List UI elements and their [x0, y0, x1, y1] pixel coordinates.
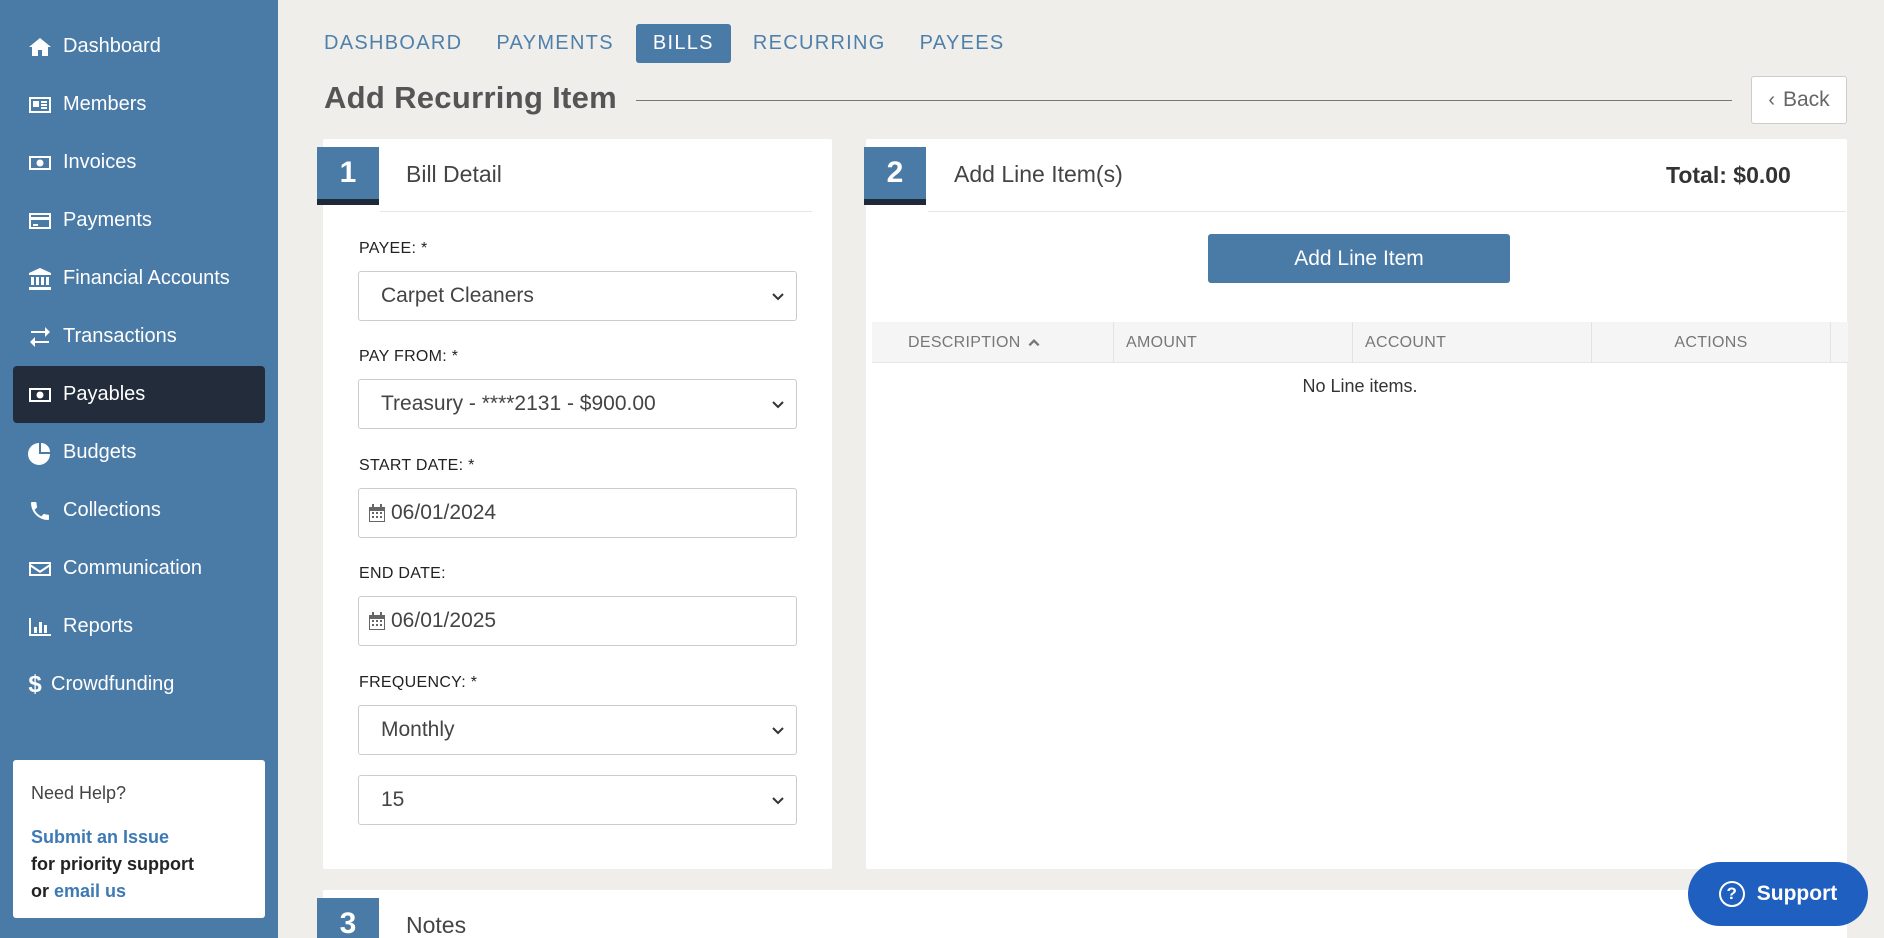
chevron-left-icon: ‹ [1768, 88, 1775, 111]
step-3-badge: 3 [317, 898, 379, 938]
add-line-item-button[interactable]: Add Line Item [1208, 234, 1510, 283]
bill-detail-title: Bill Detail [406, 161, 502, 187]
column-header-actions: ACTIONS [1592, 322, 1831, 363]
dollar-icon: $ [28, 670, 42, 698]
column-header-amount[interactable]: AMOUNT [1114, 322, 1353, 363]
back-button[interactable]: ‹ Back [1751, 76, 1847, 124]
id-card-icon [27, 92, 53, 118]
phone-icon [27, 498, 53, 524]
start-date-value: 06/01/2024 [391, 501, 497, 524]
sidebar-item-label: Collections [63, 499, 161, 521]
sidebar-item-label: Invoices [63, 151, 137, 173]
tab-payees[interactable]: PAYEES [908, 24, 1017, 63]
sidebar-item-collections[interactable]: Collections [13, 482, 265, 539]
sidebar-item-budgets[interactable]: Budgets [13, 424, 265, 481]
sidebar-item-invoices[interactable]: Invoices [13, 134, 265, 191]
calendar-icon [369, 504, 385, 522]
back-button-label: Back [1782, 88, 1830, 111]
page-title: Add Recurring Item [324, 80, 618, 115]
pay-from-label: PAY FROM: * [359, 348, 459, 365]
help-box: Need Help? Submit an Issue for priority … [13, 760, 265, 918]
sidebar-item-communication[interactable]: Communication [13, 540, 265, 597]
bank-icon [27, 266, 53, 292]
column-header-account[interactable]: ACCOUNT [1353, 322, 1592, 363]
calendar-icon [369, 612, 385, 630]
sidebar-item-crowdfunding[interactable]: $ Crowdfunding [13, 656, 265, 713]
frequency-select-value: Monthly [381, 718, 455, 741]
help-title: Need Help? [31, 783, 127, 803]
sidebar: Dashboard Members Invoices Payments Fina… [0, 0, 278, 938]
chevron-down-icon [772, 293, 784, 301]
start-date-field[interactable]: 06/01/2024 [358, 488, 797, 538]
sidebar-item-transactions[interactable]: Transactions [13, 308, 265, 365]
sidebar-item-label: Communication [63, 557, 202, 579]
sidebar-item-payables[interactable]: Payables [13, 366, 265, 423]
sidebar-item-payments[interactable]: Payments [13, 192, 265, 249]
tab-bills[interactable]: BILLS [635, 24, 731, 63]
sidebar-item-label: Budgets [63, 441, 137, 463]
frequency-label: FREQUENCY: * [359, 674, 478, 691]
column-header-description[interactable]: DESCRIPTION [872, 322, 1114, 363]
payee-select[interactable]: Carpet Cleaners [358, 271, 797, 321]
tab-dashboard[interactable]: DASHBOARD [312, 24, 474, 63]
panel-divider [380, 211, 812, 212]
sidebar-item-financial-accounts[interactable]: Financial Accounts [13, 250, 265, 307]
support-label: Support [1756, 882, 1838, 905]
chevron-down-icon [772, 797, 784, 805]
sort-ascending-icon [1028, 338, 1040, 346]
top-tabs: DASHBOARD PAYMENTS BILLS RECURRING PAYEE… [312, 24, 1027, 63]
column-header-label: DESCRIPTION [908, 333, 1021, 351]
end-date-value: 06/01/2025 [391, 609, 497, 632]
chevron-down-icon [772, 727, 784, 735]
support-button[interactable]: ? Support [1688, 862, 1868, 926]
sidebar-item-reports[interactable]: Reports [13, 598, 265, 655]
tab-payments[interactable]: PAYMENTS [484, 24, 625, 63]
title-divider [636, 100, 1732, 101]
tab-recurring[interactable]: RECURRING [741, 24, 898, 63]
payee-select-value: Carpet Cleaners [381, 284, 534, 307]
sidebar-item-label: Reports [63, 615, 134, 637]
question-circle-icon: ? [1718, 881, 1745, 907]
money-icon [27, 382, 53, 408]
money-icon [27, 150, 53, 176]
home-icon [27, 34, 53, 60]
pie-chart-icon [27, 440, 53, 466]
pay-from-select-value: Treasury - ****2131 - $900.00 [381, 392, 656, 415]
bar-chart-icon [27, 614, 53, 640]
sidebar-item-label: Dashboard [63, 35, 161, 57]
priority-support-text: for priority support [31, 854, 194, 874]
pay-from-select[interactable]: Treasury - ****2131 - $900.00 [358, 379, 797, 429]
line-items-total: Total: $0.00 [1666, 162, 1791, 188]
payee-label: PAYEE: * [359, 240, 428, 257]
sidebar-item-label: Transactions [63, 325, 177, 347]
step-2-badge: 2 [864, 147, 926, 205]
end-date-field[interactable]: 06/01/2025 [358, 596, 797, 646]
panel-divider [928, 211, 1846, 212]
sidebar-item-label: Payables [63, 383, 146, 405]
sidebar-item-members[interactable]: Members [13, 76, 265, 133]
line-items-title: Add Line Item(s) [954, 161, 1123, 187]
sidebar-item-label: Crowdfunding [51, 673, 175, 695]
email-us-link[interactable]: email us [54, 881, 126, 901]
start-date-label: START DATE: * [359, 457, 475, 474]
step-1-badge: 1 [317, 147, 379, 205]
submit-issue-link[interactable]: Submit an Issue [31, 827, 169, 847]
frequency-select[interactable]: Monthly [358, 705, 797, 755]
chevron-down-icon [772, 401, 784, 409]
credit-card-icon [27, 208, 53, 234]
day-of-month-value: 15 [381, 788, 405, 811]
day-of-month-select[interactable]: 15 [358, 775, 797, 825]
sidebar-item-dashboard[interactable]: Dashboard [13, 18, 265, 75]
exchange-icon [27, 324, 53, 350]
notes-title: Notes [406, 912, 467, 938]
empty-table-message: No Line items. [1302, 376, 1418, 396]
sidebar-item-label: Financial Accounts [63, 267, 230, 289]
sidebar-item-label: Payments [63, 209, 152, 231]
envelope-icon [27, 556, 53, 582]
line-items-table-header: DESCRIPTION AMOUNT ACCOUNT ACTIONS [872, 322, 1848, 363]
or-text: or [31, 881, 49, 901]
sidebar-item-label: Members [63, 93, 147, 115]
end-date-label: END DATE: [359, 565, 446, 582]
notes-panel [323, 890, 1847, 938]
